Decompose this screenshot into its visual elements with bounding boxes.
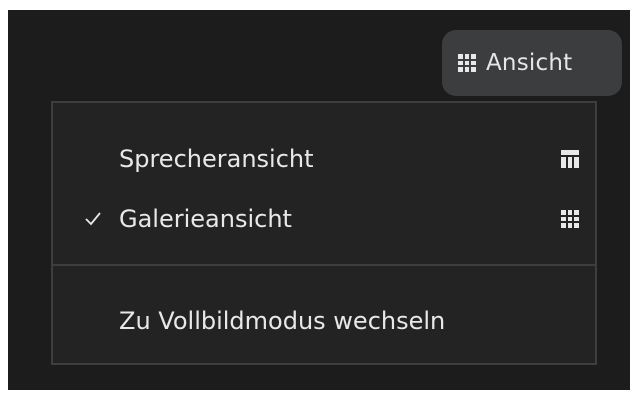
speaker-view-icon (561, 150, 579, 168)
menu-item-speaker-view[interactable]: Sprecheransicht (53, 129, 595, 189)
menu-item-label: Zu Vollbildmodus wechseln (119, 307, 446, 335)
menu-item-label: Galerieansicht (119, 205, 292, 233)
view-button-label: Ansicht (486, 50, 573, 76)
view-button[interactable]: Ansicht (442, 30, 622, 96)
menu-item-label: Sprecheransicht (119, 145, 314, 173)
gallery-grid-icon (458, 54, 476, 72)
menu-item-fullscreen[interactable]: Zu Vollbildmodus wechseln (53, 291, 595, 351)
view-menu: Sprecheransicht Galerieansicht Zu Vollbi… (51, 101, 597, 365)
checkmark-icon (85, 212, 101, 226)
gallery-grid-icon (561, 210, 579, 228)
menu-item-gallery-view[interactable]: Galerieansicht (53, 189, 595, 249)
menu-divider (53, 264, 595, 266)
